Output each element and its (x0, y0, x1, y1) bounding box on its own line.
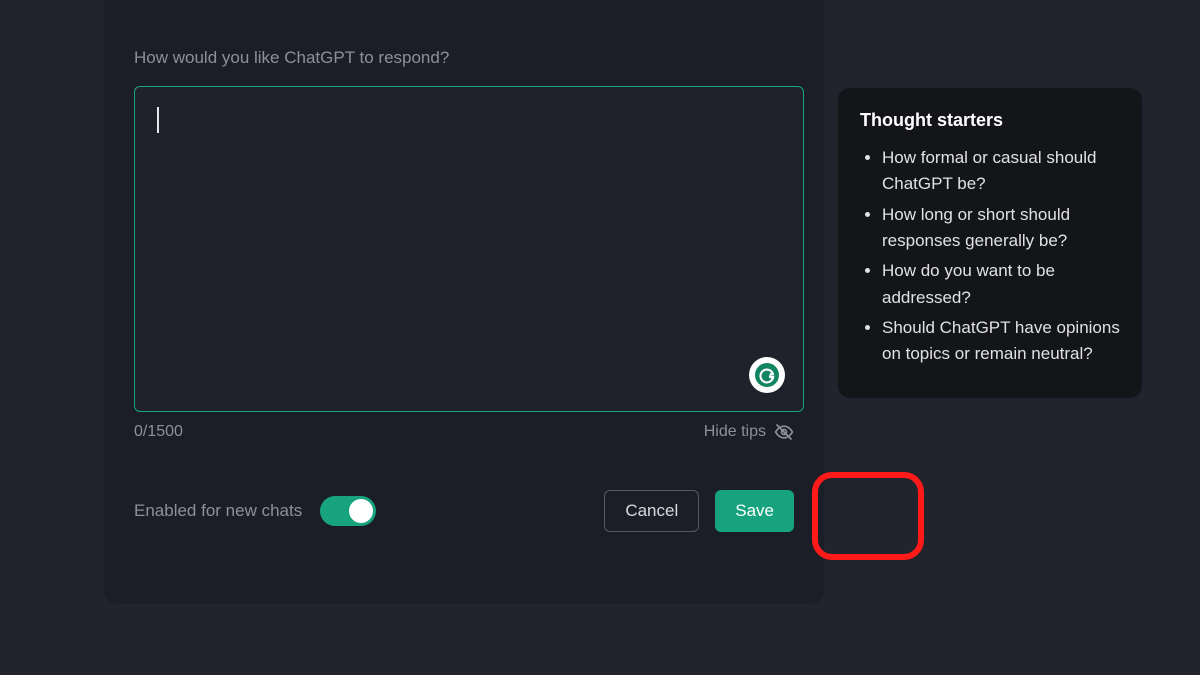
save-button[interactable]: Save (715, 490, 794, 532)
response-textarea[interactable] (135, 87, 803, 411)
enabled-new-chats-toggle[interactable] (320, 496, 376, 526)
toggle-knob (349, 499, 373, 523)
char-counter: 0/1500 (134, 423, 183, 441)
response-prompt-label: How would you like ChatGPT to respond? (134, 48, 794, 68)
list-item: Should ChatGPT have opinions on topics o… (882, 315, 1120, 368)
thought-starters-list: How formal or casual should ChatGPT be? … (860, 145, 1120, 368)
thought-starters-title: Thought starters (860, 110, 1120, 131)
eye-off-icon (774, 422, 794, 442)
list-item: How do you want to be addressed? (882, 258, 1120, 311)
grammarly-icon[interactable] (749, 357, 785, 393)
custom-instructions-dialog: How would you like ChatGPT to respond? 0… (104, 0, 824, 604)
cancel-button[interactable]: Cancel (604, 490, 699, 532)
dialog-footer: Enabled for new chats Cancel Save (134, 490, 794, 532)
hide-tips-button[interactable]: Hide tips (704, 422, 794, 442)
save-button-annotation (812, 472, 924, 560)
list-item: How long or short should responses gener… (882, 202, 1120, 255)
hide-tips-label: Hide tips (704, 423, 766, 441)
response-textarea-wrap[interactable] (134, 86, 804, 412)
enabled-new-chats-label: Enabled for new chats (134, 501, 302, 521)
list-item: How formal or casual should ChatGPT be? (882, 145, 1120, 198)
text-cursor (157, 107, 159, 133)
thought-starters-panel: Thought starters How formal or casual sh… (838, 88, 1142, 398)
textarea-footer-row: 0/1500 Hide tips (134, 422, 794, 442)
